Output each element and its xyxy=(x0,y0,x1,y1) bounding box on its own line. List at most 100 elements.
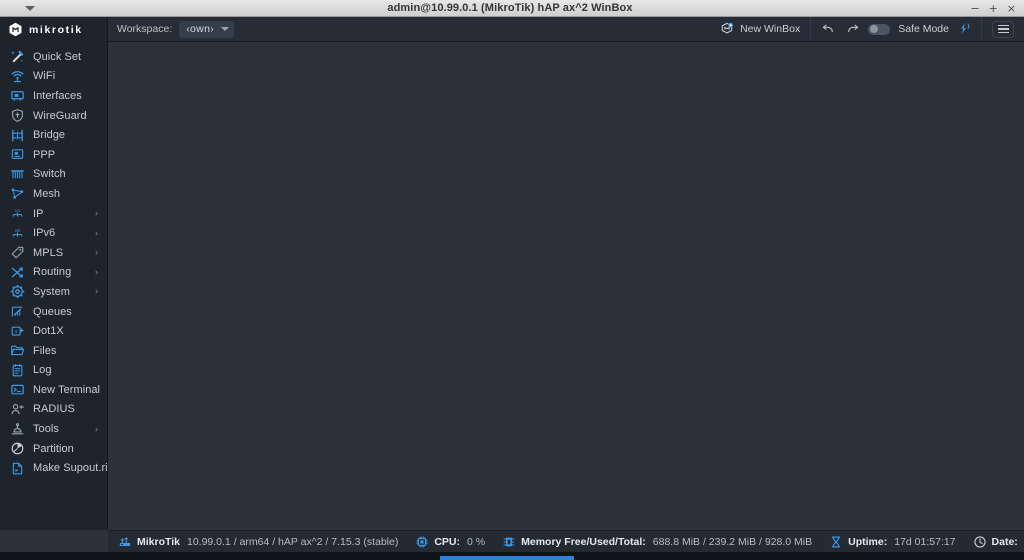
sidebar-item-label: Quick Set xyxy=(33,50,82,63)
sidebar-item-label: Log xyxy=(33,364,52,377)
workspace-select[interactable]: ‹own› xyxy=(179,20,235,38)
sidebar-item-label: Interfaces xyxy=(33,89,82,102)
undo-arrow-icon[interactable] xyxy=(821,23,835,35)
status-cpu: CPU: 0 % xyxy=(415,535,485,549)
close-button[interactable]: × xyxy=(1007,3,1016,14)
svg-text:v6: v6 xyxy=(15,227,20,232)
sidebar-item-label: Routing xyxy=(33,266,72,279)
minimize-button[interactable]: − xyxy=(970,3,979,14)
status-uptime: Uptime: 17d 01:57:17 xyxy=(829,535,956,549)
hamburger-menu-icon[interactable] xyxy=(992,20,1014,38)
workspace-value: ‹own› xyxy=(186,23,215,35)
sidebar-item-wireguard[interactable]: WireGuard xyxy=(0,106,107,126)
sidebar-item-label: RADIUS xyxy=(33,403,75,416)
sidebar-item-wifi[interactable]: WiFi xyxy=(0,67,107,87)
safe-mode-toggle[interactable] xyxy=(868,23,891,35)
tools-icon xyxy=(9,421,25,437)
safe-mode-group: Safe Mode xyxy=(810,17,981,41)
sidebar-item-label: WireGuard xyxy=(33,109,87,122)
maximize-button[interactable]: + xyxy=(989,3,998,14)
ppp-icon xyxy=(9,147,25,163)
terminal-icon xyxy=(9,382,25,398)
workspace-control: Workspace: ‹own› xyxy=(108,20,235,38)
sidebar-item-label: Make Supout.rif xyxy=(33,462,108,475)
sidebar-item-ipv6[interactable]: v6 IPv6 › xyxy=(0,223,107,243)
status-uptime-key: Uptime: xyxy=(848,535,888,548)
partition-pie-icon xyxy=(9,441,25,457)
bridge-icon xyxy=(9,127,25,143)
hourglass-icon xyxy=(829,535,843,549)
safe-mode-label: Safe Mode xyxy=(898,23,949,35)
status-memory-value: 688.8 MiB / 239.2 MiB / 928.0 MiB xyxy=(652,535,813,548)
toolbar-right: New WinBox Safe Mode xyxy=(710,17,1024,41)
new-winbox-group: New WinBox xyxy=(710,17,810,41)
sidebar-item-dot1x[interactable]: x Dot1X xyxy=(0,321,107,341)
sidebar-item-interfaces[interactable]: Interfaces xyxy=(0,86,107,106)
os-title-bar: admin@10.99.0.1 (MikroTik) hAP ax^2 WinB… xyxy=(0,0,1024,17)
status-memory-key: Memory Free/Used/Total: xyxy=(521,535,646,548)
sidebar-item-label: Tools xyxy=(33,423,59,436)
sidebar-item-bridge[interactable]: Bridge xyxy=(0,125,107,145)
new-winbox-button[interactable]: New WinBox xyxy=(720,22,800,36)
taskbar-active-window-indicator[interactable] xyxy=(440,556,574,560)
sidebar-item-mesh[interactable]: Mesh xyxy=(0,184,107,204)
wifi-icon xyxy=(9,68,25,84)
chevron-right-icon: › xyxy=(95,266,98,277)
status-date-key: Date: xyxy=(991,535,1018,548)
sidebar-item-quick-set[interactable]: Quick Set xyxy=(0,47,107,67)
sidebar-item-label: Partition xyxy=(33,442,74,455)
chevron-right-icon: › xyxy=(95,423,98,434)
redo-arrow-icon[interactable] xyxy=(846,23,860,35)
sidebar-item-switch[interactable]: Switch xyxy=(0,165,107,185)
sidebar-item-radius[interactable]: RADIUS xyxy=(0,400,107,420)
sidebar-item-queues[interactable]: Queues xyxy=(0,302,107,322)
sidebar-item-new-terminal[interactable]: New Terminal xyxy=(0,380,107,400)
sidebar-item-label: MPLS xyxy=(33,246,64,259)
window-title: admin@10.99.0.1 (MikroTik) hAP ax^2 WinB… xyxy=(387,2,633,14)
mikrotik-brand: mikrotik xyxy=(0,17,107,42)
folder-icon xyxy=(9,343,25,359)
status-device-key: MikroTik xyxy=(137,535,180,548)
svg-text:v4: v4 xyxy=(15,208,20,213)
chevron-right-icon: › xyxy=(95,208,98,219)
sidebar-item-label: Dot1X xyxy=(33,325,64,338)
sidebar-item-label: PPP xyxy=(33,148,56,161)
sidebar-item-system[interactable]: System › xyxy=(0,282,107,302)
status-device: MikroTik 10.99.0.1 / arm64 / hAP ax^2 / … xyxy=(118,535,398,549)
sidebar-item-partition[interactable]: Partition xyxy=(0,439,107,459)
mpls-tag-icon xyxy=(9,245,25,261)
radius-user-icon xyxy=(9,401,25,417)
ipv6-icon: v6 xyxy=(9,225,25,241)
mesh-icon xyxy=(9,186,25,202)
sidebar-item-label: Queues xyxy=(33,305,72,318)
toggle-knob xyxy=(869,25,878,33)
sidebar-item-log[interactable]: Log xyxy=(0,361,107,381)
gear-icon xyxy=(9,284,25,300)
cpu-chip-icon xyxy=(415,535,429,549)
sidebar-menu: Quick Set WiFi Interfaces WireGuard Brid… xyxy=(0,42,107,478)
window-menu-button[interactable] xyxy=(0,0,60,16)
sidebar-item-ip[interactable]: v4 IP › xyxy=(0,204,107,224)
window-controls: − + × xyxy=(960,0,1024,16)
magic-wand-icon xyxy=(9,49,25,65)
sidebar-item-routing[interactable]: Routing › xyxy=(0,263,107,283)
sidebar-item-ppp[interactable]: PPP xyxy=(0,145,107,165)
dot1x-icon: x xyxy=(9,323,25,339)
sidebar-item-mpls[interactable]: MPLS › xyxy=(0,243,107,263)
sidebar-item-make-supout-rif[interactable]: Make Supout.rif xyxy=(0,458,107,478)
chevron-right-icon: › xyxy=(95,247,98,258)
sidebar: mikrotik Quick Set WiFi Interfaces WireG… xyxy=(0,17,108,530)
status-date: Date: 2024-09-10 15:26:13 xyxy=(973,535,1024,549)
sidebar-item-tools[interactable]: Tools › xyxy=(0,419,107,439)
session-lightning-icon[interactable] xyxy=(957,22,971,36)
sidebar-item-label: Switch xyxy=(33,168,66,181)
network-card-icon xyxy=(9,88,25,104)
menu-group xyxy=(981,17,1024,41)
sidebar-item-files[interactable]: Files xyxy=(0,341,107,361)
shield-icon xyxy=(9,108,25,124)
sidebar-item-label: System xyxy=(33,285,70,298)
supout-file-icon xyxy=(9,460,25,476)
undo-redo-group xyxy=(821,23,860,35)
status-cpu-value: 0 % xyxy=(467,535,486,548)
router-icon xyxy=(118,535,132,549)
